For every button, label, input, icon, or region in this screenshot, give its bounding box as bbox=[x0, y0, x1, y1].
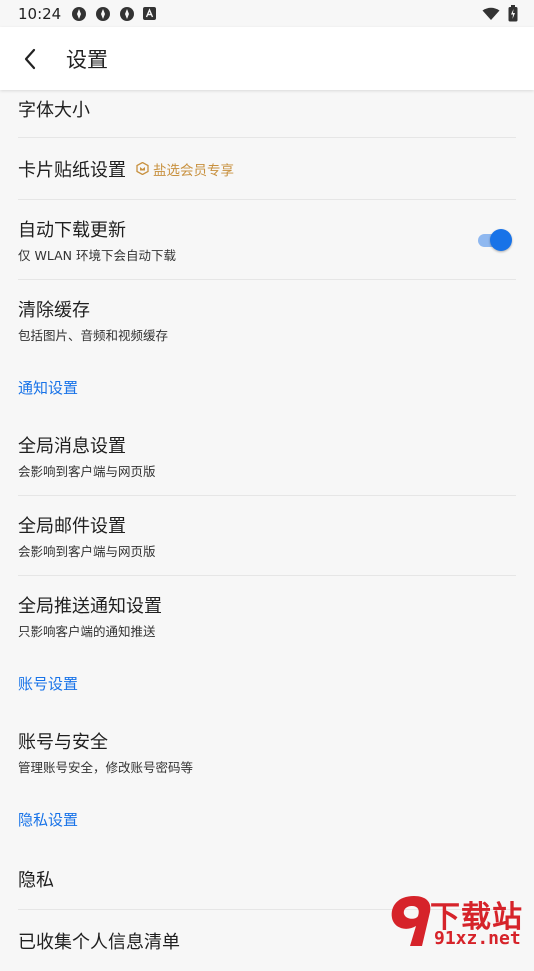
settings-list: 字体大小 卡片贴纸设置 盐选会员专享 自动下载更新 仅 WLAN 环境下会自动下… bbox=[0, 90, 534, 971]
watermark-logo-icon bbox=[391, 896, 431, 946]
app-bar: 设置 bbox=[0, 27, 534, 90]
member-badge-label: 盐选会员专享 bbox=[153, 162, 234, 179]
global-message-subtitle: 会影响到客户端与网页版 bbox=[18, 463, 156, 479]
auto-update-toggle[interactable] bbox=[478, 228, 512, 251]
clear-cache-title: 清除缓存 bbox=[18, 299, 90, 321]
notification-section-header: 通知设置 bbox=[18, 379, 79, 397]
auto-update-title: 自动下载更新 bbox=[18, 219, 126, 241]
status-bar: 10:24 bbox=[0, 0, 534, 27]
notification-app-icon bbox=[72, 6, 87, 21]
font-size-title: 字体大小 bbox=[18, 100, 90, 121]
battery-icon bbox=[508, 5, 518, 22]
auto-update-subtitle: 仅 WLAN 环境下会自动下载 bbox=[18, 247, 176, 263]
account-security-row[interactable]: 账号与安全 管理账号安全，修改账号密码等 bbox=[18, 712, 516, 791]
member-badge: 盐选会员专享 bbox=[136, 159, 234, 179]
watermark-url: 91xz.net bbox=[434, 928, 521, 949]
global-message-row[interactable]: 全局消息设置 会影响到客户端与网页版 bbox=[18, 416, 516, 496]
account-security-subtitle: 管理账号安全，修改账号密码等 bbox=[18, 759, 194, 775]
page-title: 设置 bbox=[66, 47, 108, 72]
account-security-title: 账号与安全 bbox=[18, 731, 108, 753]
watermark: 下载站 91xz.net bbox=[384, 890, 534, 950]
card-sticker-row[interactable]: 卡片贴纸设置 盐选会员专享 bbox=[18, 138, 516, 200]
global-mail-subtitle: 会影响到客户端与网页版 bbox=[18, 543, 156, 559]
notification-app-icon bbox=[120, 6, 135, 21]
auto-update-row[interactable]: 自动下载更新 仅 WLAN 环境下会自动下载 bbox=[18, 200, 516, 280]
global-message-title: 全局消息设置 bbox=[18, 435, 126, 457]
card-sticker-title: 卡片贴纸设置 bbox=[18, 159, 126, 181]
notification-app-icon bbox=[96, 6, 111, 21]
status-time: 10:24 bbox=[18, 4, 62, 23]
global-push-title: 全局推送通知设置 bbox=[18, 595, 162, 617]
global-mail-title: 全局邮件设置 bbox=[18, 515, 126, 537]
wifi-icon bbox=[482, 7, 500, 20]
privacy-title: 隐私 bbox=[18, 869, 54, 891]
privacy-section-header: 隐私设置 bbox=[18, 811, 79, 829]
toggle-thumb bbox=[490, 228, 512, 251]
global-push-subtitle: 只影响客户端的通知推送 bbox=[18, 623, 156, 639]
account-section-header: 账号设置 bbox=[18, 675, 79, 693]
member-crown-icon bbox=[136, 162, 149, 175]
clear-cache-subtitle: 包括图片、音频和视频缓存 bbox=[18, 327, 169, 343]
back-arrow-icon bbox=[24, 48, 36, 69]
notification-a-icon bbox=[143, 7, 157, 20]
clear-cache-row[interactable]: 清除缓存 包括图片、音频和视频缓存 bbox=[18, 280, 516, 359]
font-size-row[interactable]: 字体大小 bbox=[18, 90, 516, 138]
global-mail-row[interactable]: 全局邮件设置 会影响到客户端与网页版 bbox=[18, 496, 516, 576]
back-button[interactable] bbox=[10, 39, 50, 79]
global-push-row[interactable]: 全局推送通知设置 只影响客户端的通知推送 bbox=[18, 576, 516, 655]
